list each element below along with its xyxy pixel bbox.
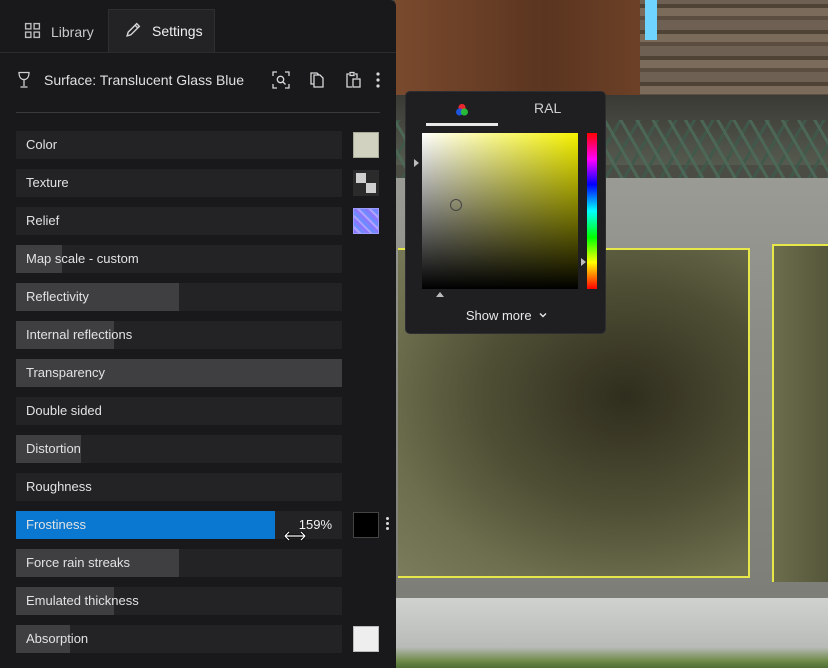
surface-header: Surface: Translucent Glass Blue [16, 66, 382, 94]
paste-icon [346, 71, 361, 88]
more-vertical-icon [376, 72, 380, 88]
property-label: Internal reflections [26, 327, 133, 342]
tab-ral[interactable]: RAL [534, 100, 561, 116]
resize-cursor-icon [284, 530, 306, 542]
frostiness-more-button[interactable] [384, 515, 390, 535]
property-label: Frostiness [26, 517, 86, 532]
property-label: Roughness [26, 479, 92, 494]
hue-slider-handle[interactable] [581, 258, 586, 266]
property-label: Absorption [26, 631, 89, 646]
property-label: Color [26, 137, 58, 152]
panel-tabs: Library Settings [0, 0, 396, 53]
show-more-label: Show more [465, 308, 532, 323]
saturation-marker [414, 159, 419, 167]
zoom-select-button[interactable] [270, 69, 292, 91]
property-label: Relief [26, 213, 60, 228]
window-edge [645, 0, 657, 40]
ground [395, 598, 828, 668]
chevron-down-icon [539, 313, 547, 318]
color-picker-popup: RAL Show more [405, 91, 606, 334]
property-distortion[interactable]: Distortion [16, 435, 342, 463]
property-label: Emulated thickness [26, 593, 139, 608]
hue-slider[interactable] [587, 133, 597, 289]
settings-panel: Library Settings Surface: Translucent Gl… [0, 0, 396, 668]
property-label: Map scale - custom [26, 251, 139, 266]
property-label: Transparency [26, 365, 105, 380]
more-options-button[interactable] [374, 69, 382, 91]
relief-swatch[interactable] [353, 208, 379, 234]
property-color[interactable]: Color [16, 131, 342, 159]
show-more-button[interactable]: Show more [406, 308, 607, 323]
goblet-icon [18, 71, 30, 88]
property-reflectivity[interactable]: Reflectivity [16, 283, 342, 311]
tab-library[interactable]: Library [24, 10, 94, 53]
pencil-icon [125, 21, 142, 41]
property-texture[interactable]: Texture [16, 169, 342, 197]
property-force-rain-streaks[interactable]: Force rain streaks [16, 549, 342, 577]
property-internal-reflections[interactable]: Internal reflections [16, 321, 342, 349]
property-transparency[interactable]: Transparency [16, 359, 342, 387]
property-label: Reflectivity [26, 289, 89, 304]
property-absorption[interactable]: Absorption [16, 625, 342, 653]
property-label: Double sided [26, 403, 102, 418]
paste-button[interactable] [342, 69, 364, 91]
copy-icon [310, 72, 324, 88]
property-map-scale-custom[interactable]: Map scale - custom [16, 245, 342, 273]
zoom-select-icon [272, 71, 290, 89]
wood-facade [395, 0, 645, 95]
property-emulated-thickness[interactable]: Emulated thickness [16, 587, 342, 615]
property-double-sided[interactable]: Double sided [16, 397, 342, 425]
tab-color-wheel[interactable] [426, 100, 498, 126]
active-tab-underline [426, 123, 498, 126]
tab-library-label: Library [51, 23, 94, 40]
copy-button[interactable] [306, 69, 328, 91]
surface-title: Surface: Translucent Glass Blue [44, 72, 244, 88]
property-relief[interactable]: Relief [16, 207, 342, 235]
glass-pane[interactable] [772, 244, 828, 582]
texture-swatch[interactable] [353, 170, 379, 196]
property-label: Force rain streaks [26, 555, 131, 570]
tab-settings-label: Settings [152, 23, 203, 39]
grid-icon [24, 22, 41, 42]
property-label: Distortion [26, 441, 81, 456]
color-wheel-icon [456, 103, 468, 116]
property-roughness[interactable]: Roughness [16, 473, 342, 501]
divider [16, 112, 380, 113]
value-marker [436, 292, 444, 297]
absorption-swatch[interactable] [353, 626, 379, 652]
saturation-value-field[interactable] [422, 133, 578, 289]
frostiness-swatch[interactable] [353, 512, 379, 538]
color-picker-knob[interactable] [450, 199, 462, 211]
color-swatch[interactable] [353, 132, 379, 158]
tab-settings[interactable]: Settings [108, 9, 215, 52]
property-label: Texture [26, 175, 69, 190]
